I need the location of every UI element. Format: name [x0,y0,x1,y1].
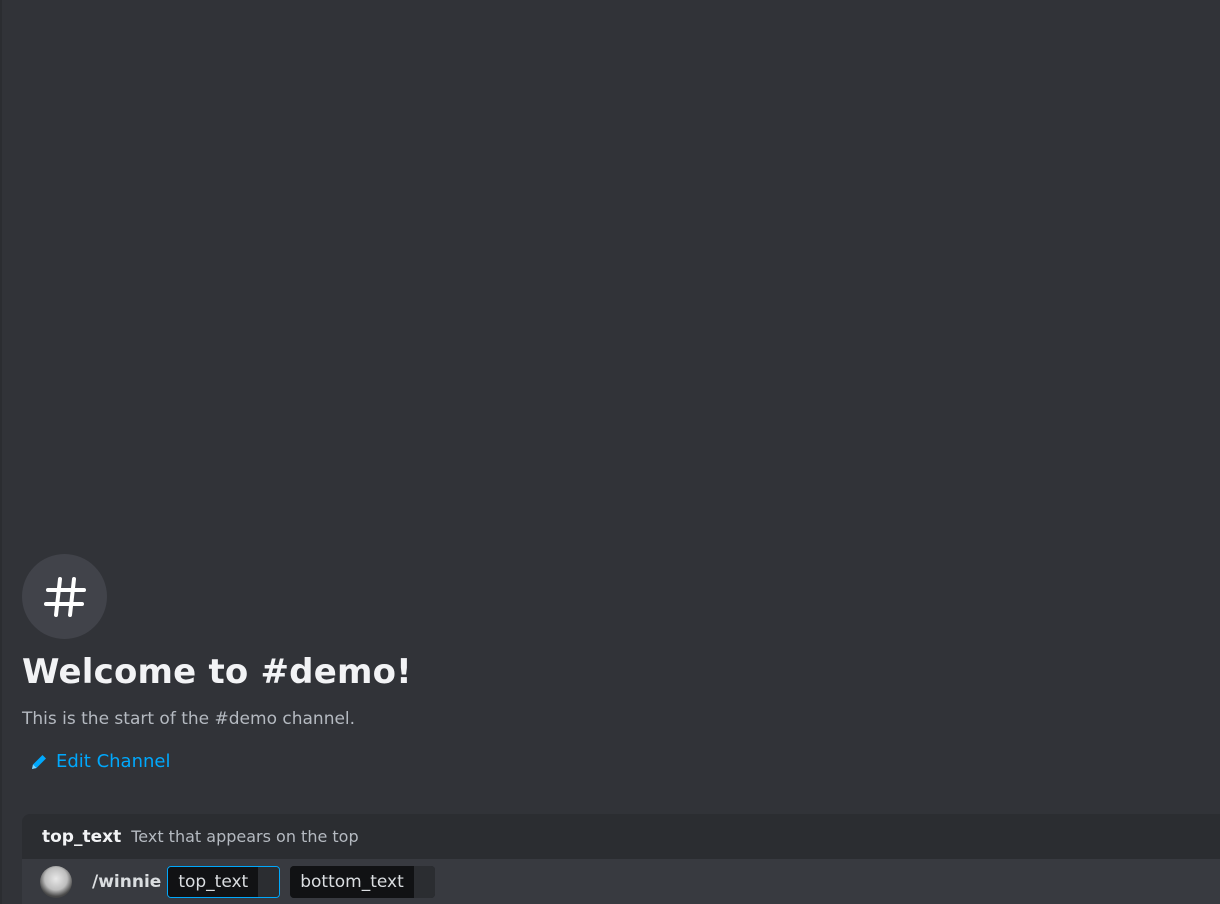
param-bottom-text[interactable]: bottom_text [290,865,435,898]
param-value-field[interactable] [413,865,435,898]
edit-channel-label: Edit Channel [56,751,171,772]
channel-hashtag-badge [22,554,107,639]
option-hint-description: Text that appears on the top [131,827,359,846]
sidebar-edge [0,0,2,904]
param-label: top_text [168,866,259,897]
command-input-row[interactable]: /winnie top_text bottom_text [22,859,1220,904]
hashtag-icon [43,576,86,617]
edit-channel-link[interactable]: Edit Channel [30,751,170,772]
option-hint-bar: top_text Text that appears on the top [22,814,1220,859]
option-hint-name: top_text [42,826,122,847]
chat-window: Welcome to #demo! This is the start of t… [0,0,1220,904]
welcome-subtitle: This is the start of the #demo channel. [22,709,356,729]
welcome-title: Welcome to #demo! [22,652,412,692]
param-value-field[interactable] [258,866,280,897]
pencil-icon [30,753,48,771]
command-name: /winnie [92,871,162,892]
bot-avatar [40,865,72,898]
slash-command-composer: top_text Text that appears on the top /w… [22,814,1220,904]
param-label: bottom_text [290,865,414,898]
param-top-text[interactable]: top_text [167,865,281,898]
